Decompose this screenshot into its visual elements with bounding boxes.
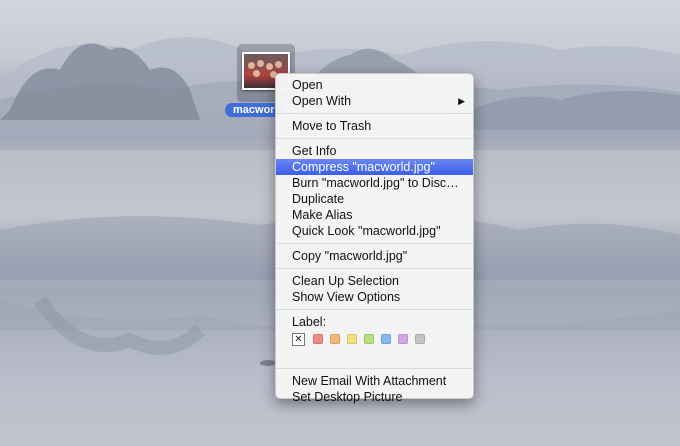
menu-item-label: Get Info (292, 144, 337, 158)
menu-item-duplicate[interactable]: Duplicate (276, 191, 473, 207)
menu-item-copy-macworld-jpg[interactable]: Copy "macworld.jpg" (276, 248, 473, 264)
label-swatch-purple[interactable] (398, 334, 408, 344)
menu-item-quick-look-macworld-jpg[interactable]: Quick Look "macworld.jpg" (276, 223, 473, 239)
menu-item-label: Make Alias (292, 208, 353, 222)
menu-separator (276, 268, 473, 269)
menu-item-label: Clean Up Selection (292, 274, 400, 288)
label-none-swatch[interactable]: ✕ (292, 332, 305, 346)
label-color-row: ✕ (276, 330, 473, 348)
menu-item-label: Quick Look "macworld.jpg" (292, 224, 441, 238)
menu-item-label: Open (292, 78, 323, 92)
menu-item-burn-macworld-jpg-to-disc[interactable]: Burn "macworld.jpg" to Disc… (276, 175, 473, 191)
menu-item-label: Show View Options (292, 290, 401, 304)
menu-item-set-desktop-picture[interactable]: Set Desktop Picture (276, 389, 473, 405)
label-swatch-red[interactable] (313, 334, 323, 344)
menu-item-show-view-options[interactable]: Show View Options (276, 289, 473, 305)
menu-item-label: Burn "macworld.jpg" to Disc… (292, 176, 459, 190)
context-menu: Open Open With ▶ Move to Trash Get Info Compr… (275, 73, 474, 404)
menu-item-clean-up-selection[interactable]: Clean Up Selection (276, 273, 473, 289)
label-swatch-green[interactable] (364, 334, 374, 344)
menu-separator (276, 138, 473, 139)
menu-item-get-info[interactable]: Get Info (276, 143, 473, 159)
menu-item-make-alias[interactable]: Make Alias (276, 207, 473, 223)
submenu-arrow-icon: ▶ (458, 96, 465, 106)
label-swatch-orange[interactable] (330, 334, 340, 344)
menu-item-open[interactable]: Open (276, 77, 473, 93)
label-swatch-gray[interactable] (415, 334, 425, 344)
menu-item-label: Copy "macworld.jpg" (292, 249, 408, 263)
menu-item-label: New Email With Attachment (292, 374, 447, 388)
menu-separator (276, 368, 473, 369)
menu-separator (276, 243, 473, 244)
menu-item-compress-macworld-jpg[interactable]: Compress "macworld.jpg" (276, 159, 473, 175)
label-swatch-blue[interactable] (381, 334, 391, 344)
menu-item-new-email-with-attachment[interactable]: New Email With Attachment (276, 373, 473, 389)
menu-separator (276, 113, 473, 114)
menu-separator (276, 309, 473, 310)
label-section-title: Label: (292, 315, 327, 329)
menu-item-move-to-trash[interactable]: Move to Trash (276, 118, 473, 134)
menu-item-label: Move to Trash (292, 119, 372, 133)
menu-item-label: Compress "macworld.jpg" (292, 160, 435, 174)
menu-item-label: Open With (292, 94, 352, 108)
menu-item-label: Duplicate (292, 192, 345, 206)
label-swatch-yellow[interactable] (347, 334, 357, 344)
menu-item-label: Set Desktop Picture (292, 390, 403, 404)
menu-item-open-with[interactable]: Open With ▶ (276, 93, 473, 109)
